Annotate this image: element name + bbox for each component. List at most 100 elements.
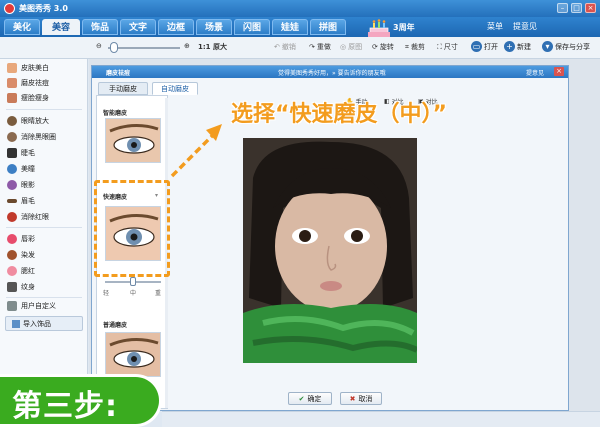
dialog-close-icon[interactable]: ×	[554, 67, 564, 76]
ok-button[interactable]: ✔ 确定	[288, 392, 332, 405]
sidebar-item-label: 唇彩	[21, 235, 35, 243]
cancel-icon: ✖	[349, 394, 356, 403]
tab-collage[interactable]: 拼图	[310, 19, 346, 35]
eye-closeup-image	[106, 119, 160, 162]
custom-icon	[7, 301, 17, 311]
sidebar-item-tattoo[interactable]: 纹身	[7, 281, 35, 293]
sidebar-item-eye-enlarge[interactable]: 眼睛放大	[7, 115, 49, 127]
tab-frame[interactable]: 边框	[158, 19, 194, 35]
sidebar-item-skin-whitening[interactable]: 皮肤美白	[7, 62, 49, 74]
tab-flash[interactable]: 闪图	[234, 19, 270, 35]
sidebar-item-label: 磨皮祛痘	[21, 79, 49, 87]
tab-beauty[interactable]: 美容	[42, 19, 80, 35]
sidebar-item-label: 皮肤美白	[21, 64, 49, 72]
plus-icon: +	[504, 41, 515, 52]
sidebar-item-hair-dye[interactable]: 染发	[7, 249, 35, 261]
preset-normal-label: 普通磨皮	[103, 322, 128, 329]
tab-beautify[interactable]: 美化	[4, 19, 40, 35]
restore-button[interactable]: ◎ 原图	[340, 42, 362, 52]
menu-link[interactable]: 菜单	[487, 21, 503, 32]
cake-icon	[368, 19, 390, 37]
resize-button[interactable]: ⛶ 尺寸	[437, 42, 458, 52]
preset-normal-thumbnail[interactable]	[105, 332, 161, 377]
lips-icon	[7, 234, 17, 244]
sidebar-item-eyebrow[interactable]: 眉毛	[7, 195, 35, 207]
feedback-link[interactable]: 提意见	[513, 21, 537, 32]
resize-label: 尺寸	[443, 43, 458, 51]
sidebar-item-blush[interactable]: 腮红	[7, 265, 35, 277]
rotate-button[interactable]: ⟳ 旋转	[372, 42, 394, 52]
step-label: 第三步:	[12, 389, 118, 424]
sidebar-item-dark-circles[interactable]: 消除黑眼圈	[7, 131, 56, 143]
original-size-button[interactable]: 1:1 原大	[198, 42, 227, 52]
zoom-slider-track[interactable]	[108, 47, 180, 49]
eye-icon	[7, 116, 17, 126]
sidebar-item-red-eye[interactable]: 消除红眼	[7, 211, 49, 223]
ok-label: 确定	[307, 394, 322, 403]
dialog-feedback-link[interactable]: 提意见	[526, 68, 544, 77]
save-share-label: 保存与分享	[555, 42, 590, 51]
toolbar: ⊖ ⊕ 1:1 原大 ↶ 撤销 ↷ 重做 ◎ 原图 ⟳ 旋转 ⌗ 裁剪 ⛶ 尺寸 ▭ 打开 +…	[0, 37, 600, 59]
tab-text[interactable]: 文字	[120, 19, 156, 35]
sidebar-divider	[6, 227, 82, 228]
close-icon[interactable]: ×	[585, 3, 596, 13]
dark-circle-icon	[7, 132, 17, 142]
instruction-callout: 选择“快速磨皮（中）”	[231, 102, 447, 127]
restore-icon: ◎	[340, 43, 347, 51]
slider-light-label: 轻	[103, 290, 110, 297]
new-button[interactable]: + 新建	[504, 41, 531, 52]
resize-icon: ⛶	[437, 42, 442, 51]
crop-button[interactable]: ⌗ 裁剪	[405, 42, 425, 52]
crop-icon: ⌗	[405, 42, 409, 51]
sidebar-divider	[6, 297, 82, 298]
sidebar-item-color-contacts[interactable]: 美瞳	[7, 163, 35, 175]
hair-icon	[7, 250, 17, 260]
dialog-banner[interactable]: 觉得美图秀秀好用，» 要告诉你的朋友哦	[278, 68, 386, 77]
undo-icon: ↶	[274, 43, 280, 51]
sidebar-item-label: 纹身	[21, 283, 35, 291]
sidebar-item-eyeshadow[interactable]: 眼影	[7, 179, 35, 191]
import-accessory-button[interactable]: 导入饰品	[5, 316, 83, 331]
undo-label: 撤销	[281, 43, 296, 51]
open-button[interactable]: ▭ 打开	[471, 41, 498, 52]
undo-button[interactable]: ↶ 撤销	[274, 42, 296, 52]
sidebar-item-label: 美瞳	[21, 165, 35, 173]
sidebar-item-slimming[interactable]: 瘦脸瘦身	[7, 92, 49, 104]
contact-lens-icon	[7, 164, 17, 174]
status-strip	[162, 411, 600, 427]
sidebar-item-label: 眉毛	[21, 197, 35, 205]
import-icon	[12, 319, 20, 328]
slider-heavy-label: 重	[155, 290, 162, 297]
sidebar-item-skin-smoothing[interactable]: 磨皮祛痘	[7, 77, 49, 89]
tab-scene[interactable]: 场景	[196, 19, 232, 35]
sidebar-item-label: 瘦脸瘦身	[21, 94, 49, 102]
zoom-out-icon[interactable]: ⊖	[96, 42, 102, 50]
crop-label: 裁剪	[410, 43, 425, 51]
fast-level-slider-thumb[interactable]	[130, 277, 136, 286]
eyeshadow-icon	[7, 180, 17, 190]
preset-smart-thumbnail[interactable]	[105, 118, 161, 163]
title-bar: 美图秀秀 3.0 – □ ×	[0, 0, 600, 17]
zoom-slider-thumb[interactable]	[110, 42, 118, 53]
cancel-button[interactable]: ✖ 取消	[340, 392, 382, 405]
save-share-button[interactable]: ▾ 保存与分享	[542, 41, 590, 52]
folder-icon: ▭	[471, 41, 482, 52]
sidebar-item-lip-color[interactable]: 唇彩	[7, 233, 35, 245]
slimming-icon	[7, 93, 17, 103]
sidebar-item-eyelash[interactable]: 睫毛	[7, 147, 35, 159]
redo-button[interactable]: ↷ 重做	[309, 42, 331, 52]
dialog-title-bar: 磨皮祛痘 觉得美图秀秀好用，» 要告诉你的朋友哦 提意见 ×	[92, 66, 568, 78]
portrait-photo	[243, 138, 417, 363]
tab-doll[interactable]: 娃娃	[272, 19, 308, 35]
sidebar-item-custom[interactable]: 用户自定义	[7, 300, 56, 312]
eye-closeup-image	[106, 333, 160, 376]
main-tab-bar: 美化 美容 饰品 文字 边框 场景 闪图 娃娃 拼图 3周年 菜单 提意见	[0, 17, 600, 37]
tab-accessories[interactable]: 饰品	[82, 19, 118, 35]
restore-label: 原图	[348, 43, 363, 51]
maximize-icon[interactable]: □	[571, 3, 582, 13]
tab-manual-smoothing[interactable]: 手动磨皮	[98, 82, 148, 95]
sidebar-item-label: 消除黑眼圈	[21, 133, 56, 141]
zoom-in-icon[interactable]: ⊕	[184, 42, 190, 50]
tab-auto-smoothing[interactable]: 自动磨皮	[152, 82, 198, 95]
minimize-icon[interactable]: –	[557, 3, 568, 13]
